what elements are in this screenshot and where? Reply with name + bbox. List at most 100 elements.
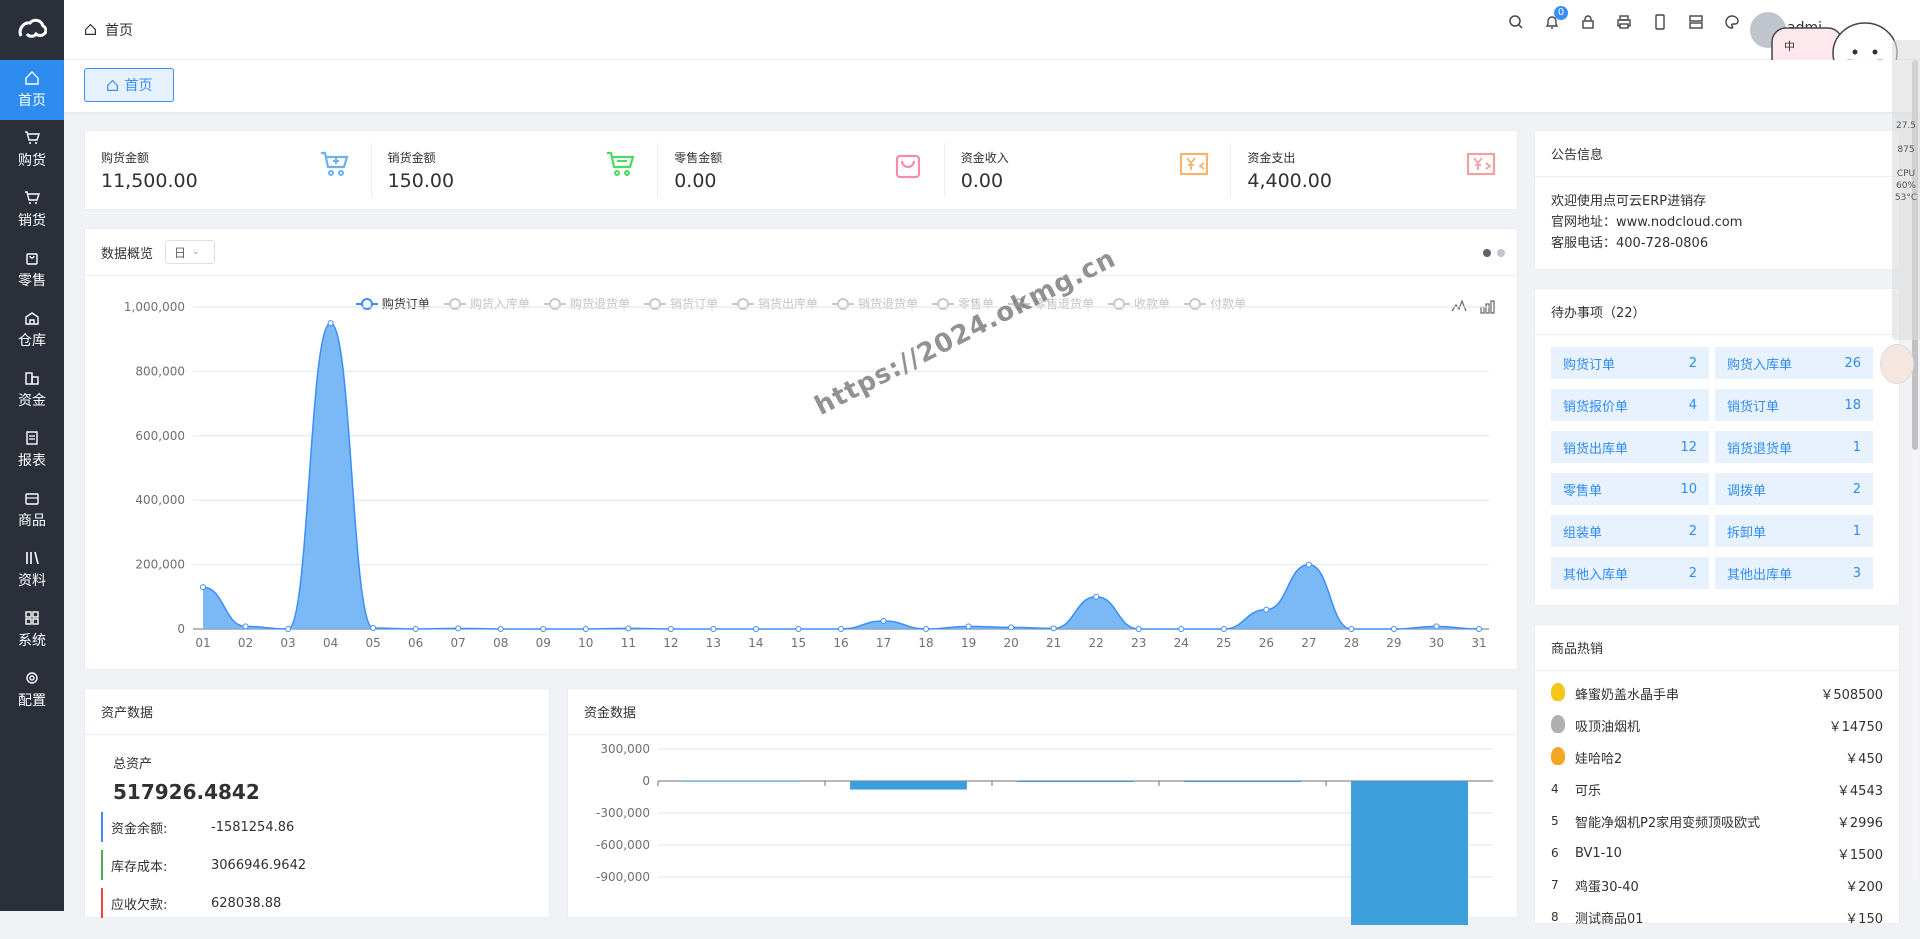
hot-product-row[interactable]: 吸顶油烟机 ￥14750: [1551, 709, 1883, 741]
x-tick-label: 19: [961, 636, 976, 650]
stat-value: 11,500.00: [101, 170, 198, 192]
data-point[interactable]: [1093, 593, 1100, 600]
notice-card: 公告信息 欢迎使用点可云ERP进销存 官网地址：www.nodcloud.com…: [1534, 130, 1900, 270]
todo-item[interactable]: 销货报价单 4: [1551, 389, 1709, 421]
fund-bar[interactable]: [683, 780, 800, 782]
data-point[interactable]: [285, 626, 292, 632]
todo-label: 购货订单: [1563, 357, 1616, 373]
sidebar-item-5[interactable]: 资金: [0, 360, 64, 420]
sidebar-item-6[interactable]: 报表: [0, 420, 64, 480]
sidebar-item-label: 首页: [18, 93, 46, 109]
data-point[interactable]: [795, 626, 802, 632]
sidebar-item-2[interactable]: 销货: [0, 180, 64, 240]
assistant-avatar[interactable]: [1880, 344, 1914, 384]
todo-item[interactable]: 购货订单 2: [1551, 347, 1709, 379]
data-point[interactable]: [965, 623, 972, 630]
sidebar-item-1[interactable]: 购货: [0, 120, 64, 180]
x-tick-label: 23: [1131, 636, 1146, 650]
data-point[interactable]: [1220, 626, 1227, 632]
palette-icon[interactable]: [1724, 14, 1740, 30]
fund-bar[interactable]: [1184, 781, 1301, 782]
hot-product-row[interactable]: 蜂蜜奶盖水晶手串 ￥508500: [1551, 677, 1883, 709]
sidebar-item-9[interactable]: 系统: [0, 600, 64, 660]
todo-item[interactable]: 组装单 2: [1551, 515, 1709, 547]
data-point[interactable]: [625, 625, 632, 632]
data-point[interactable]: [1135, 626, 1142, 632]
notice-title: 公告信息: [1535, 131, 1899, 177]
data-point[interactable]: [752, 626, 759, 632]
data-point[interactable]: [1050, 625, 1057, 632]
data-point[interactable]: [200, 584, 206, 591]
report-icon: [26, 431, 38, 445]
mobile-icon[interactable]: [1652, 14, 1668, 30]
x-tick-label: 01: [195, 636, 210, 650]
x-tick-label: 06: [408, 636, 423, 650]
sidebar-item-4[interactable]: 仓库: [0, 300, 64, 360]
x-tick-label: 26: [1259, 636, 1274, 650]
data-point[interactable]: [1008, 624, 1015, 631]
data-point[interactable]: [412, 626, 419, 632]
todo-count: 3: [1852, 565, 1861, 581]
layout-icon[interactable]: [1688, 14, 1704, 30]
data-point[interactable]: [582, 626, 589, 632]
todo-label: 调拨单: [1727, 483, 1767, 499]
fund-bar[interactable]: [1017, 781, 1134, 782]
stat-item: 销货金额 150.00: [372, 143, 659, 197]
y-tick-label: 0: [642, 774, 650, 788]
lock-icon[interactable]: [1580, 14, 1596, 30]
sidebar-item-3[interactable]: 零售: [0, 240, 64, 300]
hot-product-row[interactable]: 8 测试商品01 ￥150: [1551, 901, 1883, 933]
hot-product-row[interactable]: 4 可乐 ￥4543: [1551, 773, 1883, 805]
data-point[interactable]: [667, 626, 674, 632]
todo-item[interactable]: 调拨单 2: [1715, 473, 1873, 505]
hot-product-row[interactable]: 娃哈哈2 ￥450: [1551, 741, 1883, 773]
data-point[interactable]: [540, 626, 547, 632]
data-point[interactable]: [880, 617, 887, 624]
data-point[interactable]: [1263, 606, 1270, 613]
data-point[interactable]: [497, 626, 504, 632]
sidebar-item-8[interactable]: 资料: [0, 540, 64, 600]
data-point[interactable]: [327, 320, 334, 327]
bag-icon: [26, 253, 38, 265]
data-point[interactable]: [455, 625, 462, 632]
data-point[interactable]: [1476, 626, 1482, 632]
hot-product-row[interactable]: 7 鸡蛋30-40 ￥200: [1551, 869, 1883, 901]
sidebar-item-7[interactable]: 商品: [0, 480, 64, 540]
data-point[interactable]: [923, 626, 930, 632]
x-tick-label: 14: [748, 636, 763, 650]
bell-icon[interactable]: 0: [1544, 6, 1568, 30]
rank-number: 5: [1551, 814, 1559, 828]
tab-home[interactable]: 首页: [84, 68, 174, 102]
todo-count: 1: [1852, 523, 1861, 539]
sidebar-item-10[interactable]: 配置: [0, 660, 64, 720]
todo-item[interactable]: 购货入库单 26: [1715, 347, 1873, 379]
printer-icon[interactable]: [1616, 14, 1632, 30]
fund-bar[interactable]: [1351, 781, 1468, 925]
y-tick-label: -300,000: [596, 806, 650, 820]
sidebar-item-0[interactable]: 首页: [0, 60, 64, 120]
hot-product-row[interactable]: 6 BV1-10 ￥1500: [1551, 837, 1883, 869]
todo-item[interactable]: 销货退货单 1: [1715, 431, 1873, 463]
search-icon[interactable]: [1508, 14, 1524, 30]
todo-item[interactable]: 销货订单 18: [1715, 389, 1873, 421]
app-logo[interactable]: [0, 0, 64, 60]
data-point[interactable]: [710, 626, 717, 632]
data-point[interactable]: [838, 626, 844, 632]
data-point[interactable]: [1348, 626, 1355, 632]
data-point[interactable]: [370, 625, 377, 632]
todo-item[interactable]: 零售单 10: [1551, 473, 1709, 505]
data-point[interactable]: [1305, 561, 1312, 568]
fund-bar[interactable]: [850, 781, 967, 790]
data-point[interactable]: [1390, 626, 1397, 632]
home-icon: [85, 23, 96, 35]
todo-item[interactable]: 销货出库单 12: [1551, 431, 1709, 463]
todo-item[interactable]: 其他入库单 2: [1551, 557, 1709, 589]
hot-product-row[interactable]: 5 智能净烟机P2家用变频顶吸欧式 ￥2996: [1551, 805, 1883, 837]
stat-value: 4,400.00: [1247, 170, 1332, 192]
todo-item[interactable]: 拆卸单 1: [1715, 515, 1873, 547]
data-point[interactable]: [1178, 626, 1185, 632]
todo-item[interactable]: 其他出库单 3: [1715, 557, 1873, 589]
rank-number: 6: [1551, 846, 1559, 860]
data-point[interactable]: [242, 623, 249, 630]
data-point[interactable]: [1433, 623, 1440, 630]
